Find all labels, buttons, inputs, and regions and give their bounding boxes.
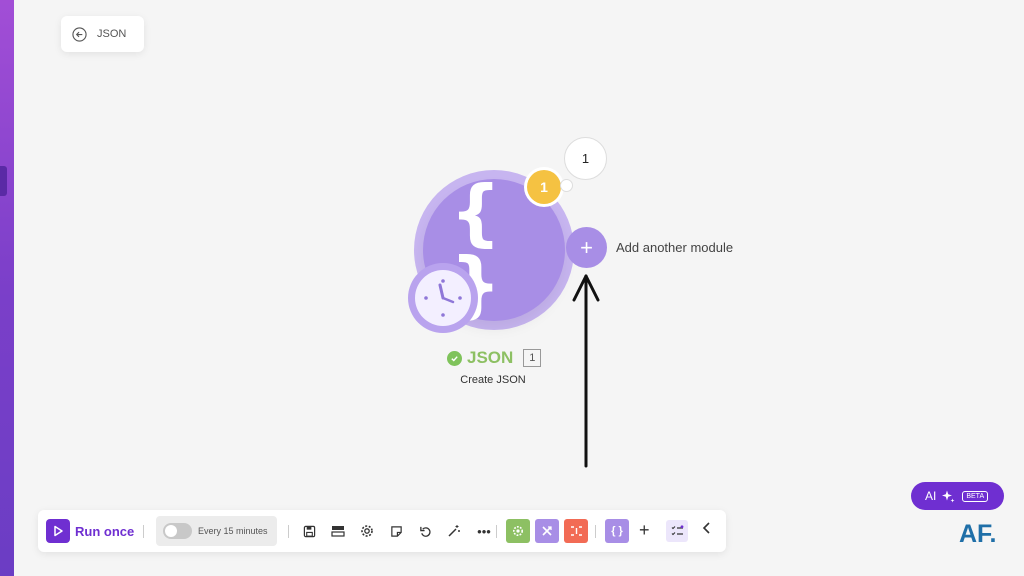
sidebar-toggle-handle[interactable] xyxy=(0,166,7,196)
scenario-io-icon[interactable] xyxy=(328,521,348,541)
play-icon xyxy=(54,525,63,537)
gear-icon[interactable] xyxy=(357,521,377,541)
add-module-label[interactable]: Add another module xyxy=(616,240,733,255)
undo-icon[interactable] xyxy=(415,521,435,541)
arrow-left-icon xyxy=(72,26,87,42)
left-sidebar-strip xyxy=(0,0,14,576)
sparkle-icon xyxy=(942,490,955,503)
toolbar-divider xyxy=(496,525,497,538)
brand-logo: AF. xyxy=(959,520,997,548)
ai-label: AI xyxy=(925,489,937,503)
module-name[interactable]: JSON xyxy=(467,348,513,368)
plus-icon: + xyxy=(580,234,593,260)
success-check-icon xyxy=(447,350,462,366)
toolbar-divider xyxy=(288,525,289,538)
ai-assistant-button[interactable]: AI BETA xyxy=(911,482,1004,510)
tools-gear-icon[interactable] xyxy=(506,519,530,543)
text-parser-icon[interactable] xyxy=(564,519,588,543)
back-to-scenarios-button[interactable]: JSON xyxy=(61,16,144,52)
operations-count-badge[interactable]: 1 xyxy=(527,170,561,204)
bubble-tail-dot xyxy=(560,179,573,192)
more-options-icon[interactable]: ••• xyxy=(474,521,494,541)
flow-control-icon[interactable] xyxy=(535,519,559,543)
module-title-row: JSON 1 xyxy=(447,347,542,369)
note-icon[interactable] xyxy=(386,521,406,541)
annotation-arrow xyxy=(572,274,600,468)
module-index-badge: 1 xyxy=(523,349,542,367)
json-tile-icon[interactable]: { } xyxy=(605,519,629,543)
schedule-control[interactable]: Every 15 minutes xyxy=(156,516,277,546)
scenario-title: JSON xyxy=(97,28,127,40)
add-module-button[interactable]: + xyxy=(566,227,607,268)
run-once-label[interactable]: Run once xyxy=(75,524,134,539)
beta-badge: BETA xyxy=(962,490,989,502)
module-action-label: Create JSON xyxy=(460,374,526,386)
schedule-interval-label[interactable]: Every 15 minutes xyxy=(198,526,268,536)
chevron-left-icon[interactable] xyxy=(702,521,712,539)
toolbar-divider xyxy=(595,525,596,538)
clock-icon xyxy=(415,270,471,326)
bundle-count-bubble[interactable]: 1 xyxy=(564,137,607,180)
scheduling-toggle[interactable] xyxy=(163,523,192,539)
add-app-icon[interactable]: + xyxy=(639,520,650,541)
checklist-icon[interactable] xyxy=(666,520,688,542)
run-once-button[interactable] xyxy=(46,519,70,543)
toolbar-divider xyxy=(143,525,144,538)
save-icon[interactable] xyxy=(299,521,319,541)
magic-wand-icon[interactable] xyxy=(444,521,464,541)
bottom-toolbar: Run once Every 15 minutes ••• { } + xyxy=(38,510,726,552)
